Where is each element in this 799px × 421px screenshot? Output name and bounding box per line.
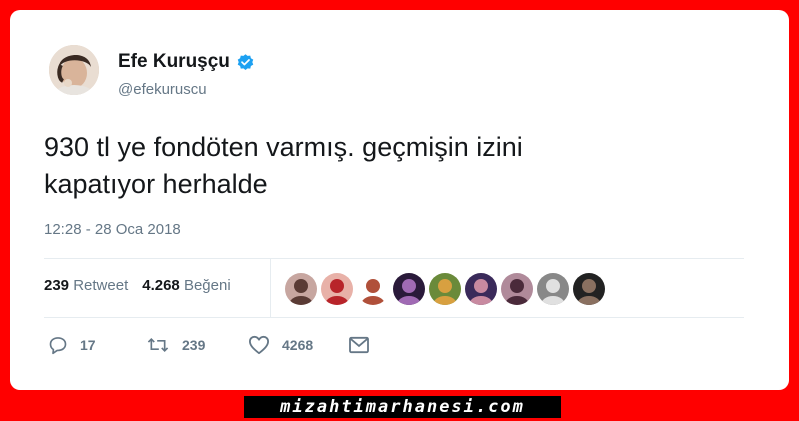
tweet-actions: 17 239 4268: [48, 335, 370, 355]
liker-avatar[interactable]: [573, 273, 605, 305]
liker-avatar[interactable]: [465, 273, 497, 305]
like-stat-count: 4.268: [142, 277, 180, 294]
watermark: mizahtimarhanesi.com: [244, 396, 561, 418]
liker-avatar[interactable]: [501, 273, 533, 305]
user-handle[interactable]: @efekuruscu: [118, 81, 207, 98]
reply-button[interactable]: 17: [48, 335, 146, 355]
liker-avatar[interactable]: [357, 273, 389, 305]
tweet-text: 930 tl ye fondöten varmış. geçmişin izin…: [44, 129, 744, 203]
liker-avatar[interactable]: [429, 273, 461, 305]
direct-message-button[interactable]: [348, 336, 370, 354]
retweet-count: 239: [182, 337, 206, 353]
like-count: 4268: [282, 337, 314, 353]
reply-icon: [48, 335, 68, 355]
retweet-stat-count: 239: [44, 277, 70, 294]
liker-avatar[interactable]: [537, 273, 569, 305]
display-name[interactable]: Efe Kuruşçu: [118, 51, 255, 73]
tweet-stats: 239 Retweet 4.268 Beğeni: [44, 277, 231, 294]
liker-avatar[interactable]: [321, 273, 353, 305]
divider: [44, 317, 744, 318]
verified-badge-icon: [236, 53, 255, 72]
like-stat[interactable]: 4.268 Beğeni: [142, 277, 230, 294]
liker-avatars: [285, 273, 605, 305]
liker-avatar[interactable]: [285, 273, 317, 305]
tweet-text-line: kapatıyor herhalde: [44, 169, 268, 199]
retweet-stat-label: Retweet: [73, 277, 129, 294]
timestamp[interactable]: 12:28 - 28 Oca 2018: [44, 221, 181, 238]
like-button[interactable]: 4268: [248, 335, 348, 355]
retweet-stat[interactable]: 239 Retweet: [44, 277, 128, 294]
retweet-icon: [146, 335, 170, 355]
like-stat-label: Beğeni: [183, 277, 231, 294]
liker-avatar[interactable]: [393, 273, 425, 305]
tweet-text-line: 930 tl ye fondöten varmış. geçmişin izin…: [44, 132, 523, 162]
avatar[interactable]: [49, 45, 99, 95]
stats-separator: [270, 258, 271, 317]
divider: [44, 258, 744, 259]
envelope-icon: [348, 336, 370, 354]
reply-count: 17: [80, 337, 96, 353]
display-name-text[interactable]: Efe Kuruşçu: [118, 51, 230, 73]
heart-icon: [248, 335, 270, 355]
retweet-button[interactable]: 239: [146, 335, 248, 355]
